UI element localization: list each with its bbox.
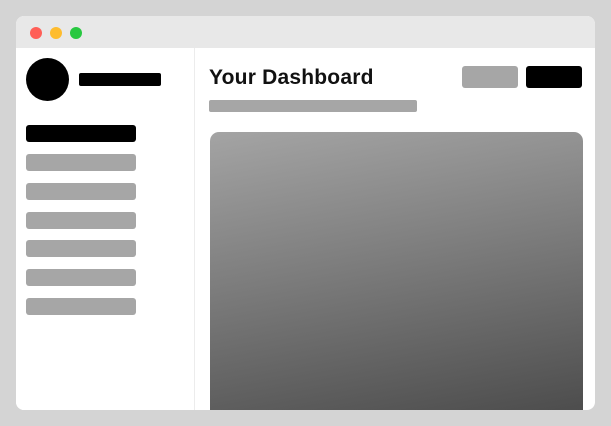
minimize-window-button[interactable]	[50, 27, 62, 39]
user-name-placeholder	[79, 73, 161, 86]
secondary-action-button[interactable]	[462, 66, 518, 88]
close-window-button[interactable]	[30, 27, 42, 39]
main-content: Your Dashboard	[195, 48, 595, 410]
sidebar-item-5[interactable]	[26, 240, 136, 257]
content-panel	[210, 132, 583, 410]
primary-action-button[interactable]	[526, 66, 582, 88]
sidebar-item-6[interactable]	[26, 269, 136, 286]
subtitle-placeholder	[209, 100, 417, 112]
sidebar-item-2[interactable]	[26, 154, 136, 171]
sidebar	[16, 48, 195, 410]
sidebar-item-1[interactable]	[26, 125, 136, 142]
maximize-window-button[interactable]	[70, 27, 82, 39]
avatar[interactable]	[26, 58, 69, 101]
sidebar-item-3[interactable]	[26, 183, 136, 200]
sidebar-item-4[interactable]	[26, 212, 136, 229]
app-window: Your Dashboard	[16, 16, 595, 410]
page-title: Your Dashboard	[209, 66, 374, 89]
sidebar-item-7[interactable]	[26, 298, 136, 315]
title-bar	[16, 16, 595, 48]
